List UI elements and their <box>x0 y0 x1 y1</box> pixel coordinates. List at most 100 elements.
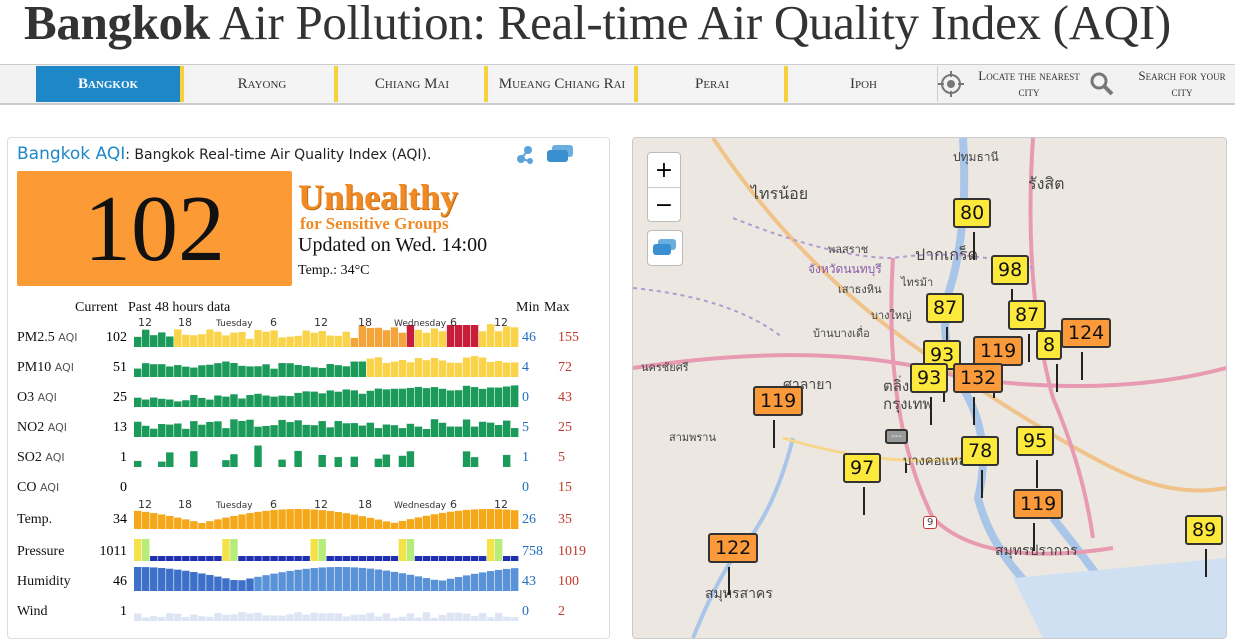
row-min: 26 <box>522 512 536 527</box>
aqi-marker[interactable]: 87 <box>1008 300 1047 330</box>
history-bar <box>134 460 142 467</box>
history-bar <box>230 454 238 467</box>
history-bar <box>238 421 246 437</box>
history-bar <box>262 425 270 437</box>
row-max: 43 <box>558 390 572 405</box>
aqi-marker[interactable]: 119 <box>753 386 804 416</box>
history-bar <box>422 612 431 621</box>
share-icon[interactable] <box>513 143 535 165</box>
pollutant-row: NO2 AQI 13 5 25 <box>17 408 602 438</box>
tab-perai[interactable]: Perai <box>640 66 788 102</box>
history-bar <box>198 616 206 621</box>
history-bar <box>158 514 166 529</box>
history-bar <box>206 421 214 437</box>
aqi-panel: Bangkok AQI: Bangkok Real-time Air Quali… <box>7 137 610 639</box>
history-bar <box>174 517 182 529</box>
aqi-marker[interactable]: 78 <box>961 436 1000 466</box>
tab-mueang-chiang-rai[interactable]: Mueang Chiang Rai <box>490 66 638 102</box>
aqi-marker[interactable]: 124 <box>1061 318 1112 348</box>
history-bar <box>166 399 174 407</box>
zoom-in-button[interactable]: + <box>648 153 680 188</box>
history-bar <box>510 428 519 437</box>
history-bar <box>270 556 278 561</box>
history-bar <box>222 361 230 377</box>
history-bar <box>350 567 358 591</box>
history-bar <box>246 338 254 347</box>
layers-button[interactable] <box>647 230 683 266</box>
history-bar <box>486 361 495 377</box>
history-bar <box>470 387 479 407</box>
history-bar <box>166 613 174 621</box>
history-bar <box>150 335 158 347</box>
locate-nearest-button[interactable]: Locate the nearest city <box>936 66 1084 102</box>
history-bar <box>398 520 407 529</box>
marker-pin <box>728 567 730 595</box>
history-bar <box>294 420 302 437</box>
aqi-marker[interactable]: 89 <box>1185 515 1224 545</box>
history-bar <box>374 327 383 347</box>
history-bar <box>262 364 270 377</box>
history-bar <box>134 336 142 347</box>
history-bar <box>158 424 166 437</box>
history-bar <box>342 366 350 377</box>
history-bar <box>286 396 294 407</box>
history-bar <box>134 510 142 529</box>
history-bar <box>438 331 447 347</box>
history-bar <box>510 385 519 407</box>
history-bar <box>350 556 358 561</box>
history-bar <box>350 514 358 529</box>
row-max: 100 <box>558 574 579 589</box>
pollutant-row: SO2 AQI 1 1 5 <box>17 438 602 468</box>
history-bar <box>278 615 286 621</box>
aqi-marker[interactable]: 80 <box>953 198 992 228</box>
aqi-marker[interactable]: 119 <box>1013 489 1064 519</box>
compare-icon[interactable] <box>545 143 575 165</box>
status-main: Unhealthy <box>298 177 459 217</box>
city-aqi-link[interactable]: Bangkok AQI <box>17 144 125 164</box>
history-bar <box>454 510 463 529</box>
tab-chiang-mai[interactable]: Chiang Mai <box>340 66 488 102</box>
history-bar <box>366 612 375 621</box>
marker-pin <box>1056 364 1058 392</box>
aqi-marker[interactable]: 122 <box>708 533 759 563</box>
zoom-out-button[interactable]: − <box>648 188 680 222</box>
tab-bangkok[interactable]: Bangkok <box>36 66 184 102</box>
history-bar <box>230 580 238 591</box>
aqi-map[interactable]: + − ปทุมธานี ไทรน้อย รังสิต ปากเกร็ด จัง… <box>632 137 1227 639</box>
history-bar <box>446 556 455 561</box>
aqi-marker[interactable]: 8 <box>1036 330 1063 360</box>
history-bar <box>134 421 142 437</box>
tab-rayong[interactable]: Rayong <box>190 66 338 102</box>
aqi-marker[interactable]: 97 <box>843 453 882 483</box>
history-bar <box>414 386 423 407</box>
history-bar <box>358 425 366 437</box>
aqi-marker[interactable]: 119 <box>973 336 1024 366</box>
search-label: Search for your city <box>1138 68 1226 99</box>
history-bar <box>190 367 198 377</box>
history-bar <box>286 614 294 621</box>
search-city-button[interactable]: Search for your city <box>1088 66 1232 102</box>
map-label: ไทรม้า <box>901 276 934 289</box>
tab-ipoh[interactable]: Ipoh <box>790 66 938 102</box>
history-bar <box>166 452 174 467</box>
history-bar <box>374 388 383 407</box>
history-bar <box>454 556 463 561</box>
history-bar <box>470 426 479 437</box>
history-bar <box>454 612 463 621</box>
map-label: บ้านบางเดื่อ <box>813 327 870 340</box>
aqi-marker[interactable]: 87 <box>926 293 965 323</box>
history-bar <box>222 517 230 529</box>
history-bar <box>190 556 198 561</box>
history-bar <box>462 556 471 561</box>
history-bar <box>150 513 158 529</box>
aqi-marker[interactable]: 95 <box>1016 426 1055 456</box>
aqi-marker[interactable]: 93 <box>910 363 949 393</box>
history-bar <box>342 331 350 347</box>
history-bar <box>414 517 423 529</box>
aqi-marker[interactable]: 98 <box>991 255 1030 285</box>
aqi-marker[interactable]: 132 <box>953 363 1004 393</box>
history-bar <box>238 398 246 407</box>
aqi-marker[interactable]: --- <box>885 429 908 444</box>
map-label: กรุงเทพ <box>883 395 933 413</box>
history-bar <box>134 613 142 621</box>
